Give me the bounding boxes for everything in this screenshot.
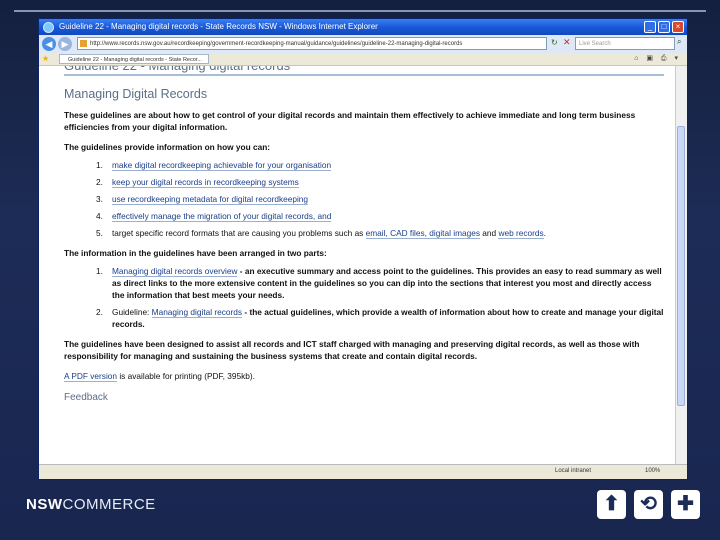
search-input[interactable]: Live Search — [575, 37, 675, 50]
intro-paragraph: These guidelines are about how to get co… — [64, 110, 636, 132]
section-heading: Managing Digital Records — [64, 87, 208, 101]
search-icon[interactable]: ⌕ — [677, 37, 681, 47]
link-metadata[interactable]: use recordkeeping metadata for digital r… — [112, 194, 309, 205]
link-pdf[interactable]: A PDF version — [64, 371, 118, 382]
close-icon[interactable]: × — [672, 21, 684, 33]
scrollbar[interactable] — [675, 66, 687, 465]
pdf-paragraph: A PDF version is available for printing … — [64, 371, 255, 382]
back-arrow-icon[interactable]: ◀ — [42, 37, 56, 51]
tab-current[interactable]: Guideline 22 - Managing digital records … — [59, 54, 209, 64]
link-formats[interactable]: email, CAD files, digital images — [365, 228, 480, 239]
tab-bar: ★ Guideline 22 - Managing digital record… — [39, 53, 687, 66]
provide-list: 1. make digital recordkeeping achievable … — [64, 159, 664, 239]
ie-icon — [43, 22, 54, 33]
address-bar: ◀ ▶ http://www.records.nsw.gov.au/record… — [39, 35, 687, 53]
arrow-up-icon[interactable]: ⬆ — [597, 490, 626, 519]
link-recordkeeping-systems[interactable]: keep your digital records in recordkeepi… — [112, 177, 299, 188]
list-item: 1. Managing digital records overview - an… — [96, 266, 662, 300]
link-achievable[interactable]: make digital recordkeeping achievable fo… — [112, 160, 332, 171]
list-item: 5. target specific record formats that ar… — [96, 228, 546, 239]
toolbar-icons[interactable]: ⌂ ▣ ⎙ ▾ — [634, 54, 681, 63]
list-item: 3. use recordkeeping metadata for digital… — [96, 194, 309, 205]
status-bar: Local intranet 100% — [39, 464, 687, 479]
parts-list: 1. Managing digital records overview - an… — [64, 265, 664, 330]
arranged-lead: The information in the guidelines have b… — [64, 248, 327, 258]
link-web-records[interactable]: web records — [498, 228, 544, 239]
slide-nav-icons: ⬆ ⟲ ✚ — [597, 490, 700, 519]
window-title: Guideline 22 - Managing digital records … — [59, 22, 378, 31]
refresh-icon[interactable]: ⟲ — [634, 490, 663, 519]
list-item: 2. Guideline: Managing digital records - … — [96, 307, 664, 329]
scroll-thumb[interactable] — [677, 126, 685, 406]
link-overview[interactable]: Managing digital records overview — [112, 266, 238, 277]
link-guideline[interactable]: Managing digital records — [151, 307, 243, 318]
page-title: Guideline 22 - Managing digital records — [64, 66, 664, 76]
designed-paragraph: The guidelines have been designed to ass… — [64, 339, 640, 361]
status-zoom[interactable]: 100% — [645, 468, 660, 474]
maximize-icon[interactable]: □ — [658, 21, 670, 33]
nsw-commerce-logo: NSWCOMMERCE — [26, 496, 156, 513]
provide-lead: The guidelines provide information on ho… — [64, 142, 271, 152]
minimize-icon[interactable]: _ — [644, 21, 656, 33]
forward-arrow-icon[interactable]: ▶ — [58, 37, 72, 51]
url-input[interactable]: http://www.records.nsw.gov.au/recordkeep… — [77, 37, 547, 50]
browser-window: Guideline 22 - Managing digital records … — [38, 18, 688, 480]
link-migration[interactable]: effectively manage the migration of your… — [112, 211, 332, 222]
page-content: Guideline 22 - Managing digital records … — [57, 66, 676, 465]
title-bar: Guideline 22 - Managing digital records … — [39, 19, 687, 35]
stop-icon[interactable]: ✕ — [563, 37, 571, 48]
refresh-icon[interactable]: ↻ — [551, 38, 558, 47]
plus-icon[interactable]: ✚ — [671, 490, 700, 519]
list-item: 4. effectively manage the migration of yo… — [96, 211, 332, 222]
favorites-star-icon[interactable]: ★ — [42, 54, 49, 63]
feedback-link[interactable]: Feedback — [64, 392, 664, 403]
left-margin — [39, 66, 58, 465]
list-item: 2. keep your digital records in recordkee… — [96, 177, 299, 188]
status-zone: Local intranet — [555, 468, 592, 474]
page-favicon-icon — [80, 40, 87, 47]
slide-top-rule — [14, 10, 706, 12]
list-item: 1. make digital recordkeeping achievable … — [96, 160, 332, 171]
